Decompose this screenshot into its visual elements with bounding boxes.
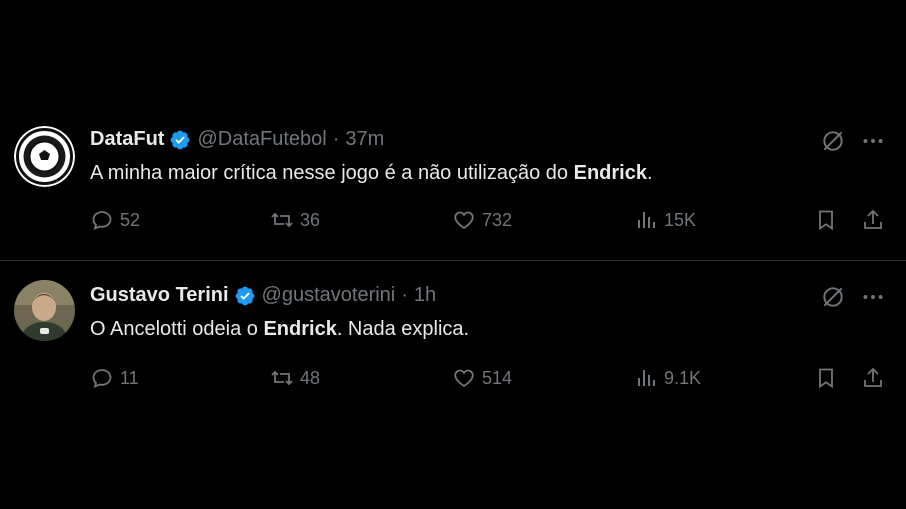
views-count: 9.1K xyxy=(664,367,702,388)
retweet-icon xyxy=(271,212,293,228)
tweet-header: Gustavo Terini @gustavoterini · 1h xyxy=(90,284,436,307)
tweet-gustavo-terini[interactable]: Gustavo Terini @gustavoterini · 1h O Anc… xyxy=(0,262,906,402)
display-name[interactable]: DataFut xyxy=(90,128,164,151)
display-name[interactable]: Gustavo Terini xyxy=(90,284,229,307)
reply-button[interactable]: 52 xyxy=(90,208,140,232)
verified-badge-icon xyxy=(234,285,256,307)
views-button[interactable]: 9.1K xyxy=(634,366,701,390)
share-button[interactable] xyxy=(861,366,891,390)
tweet-text-part: . Nada explica. xyxy=(336,318,470,340)
like-count: 514 xyxy=(482,367,513,388)
more-options-icon[interactable] xyxy=(860,284,886,310)
views-button[interactable]: 15K xyxy=(634,208,696,232)
verified-badge-icon xyxy=(169,129,191,151)
tweet-text: O Ancelotti odeia o Endrick. Nada explic… xyxy=(90,318,469,341)
timestamp[interactable]: 1h xyxy=(414,284,436,307)
timestamp[interactable]: 37m xyxy=(345,128,384,151)
retweet-button[interactable]: 48 xyxy=(270,366,320,390)
action-bar: 52 36 732 15K xyxy=(0,208,906,238)
action-bar: 11 48 514 9.1K xyxy=(0,366,906,396)
user-photo-icon xyxy=(14,280,75,341)
retweet-count: 36 xyxy=(300,209,321,230)
reply-icon xyxy=(92,211,112,231)
user-handle[interactable]: @gustavoterini xyxy=(262,284,396,307)
bookmark-button[interactable] xyxy=(814,366,844,390)
share-button[interactable] xyxy=(861,208,891,232)
avatar[interactable] xyxy=(14,280,75,341)
share-icon xyxy=(864,367,882,387)
like-button[interactable]: 732 xyxy=(452,208,512,232)
views-count: 15K xyxy=(664,209,697,230)
heart-icon xyxy=(454,211,474,230)
tweet-text: A minha maior crítica nesse jogo é a não… xyxy=(90,162,653,185)
like-button[interactable]: 514 xyxy=(452,366,512,390)
views-chart-icon xyxy=(638,370,655,386)
heart-icon xyxy=(454,369,474,388)
grok-icon[interactable] xyxy=(820,284,846,310)
reply-count: 11 xyxy=(120,367,139,388)
retweet-count: 48 xyxy=(300,367,321,388)
reply-icon xyxy=(92,369,112,389)
views-chart-icon xyxy=(638,212,655,228)
bookmark-icon xyxy=(819,210,833,231)
soccer-ball-logo-icon xyxy=(14,126,75,187)
reply-count: 52 xyxy=(120,209,141,230)
share-icon xyxy=(864,209,882,229)
more-options-icon[interactable] xyxy=(860,128,886,154)
mention-endrick[interactable]: Endrick xyxy=(263,318,336,340)
tweet-text-part: A minha maior crítica nesse jogo é a não… xyxy=(90,162,574,184)
tweet-text-part: O Ancelotti odeia o xyxy=(90,318,264,340)
separator-dot: · xyxy=(332,128,340,150)
retweet-icon xyxy=(271,370,293,386)
tweet-header: DataFut @DataFutebol · 37m xyxy=(90,128,384,151)
bookmark-icon xyxy=(819,368,833,389)
tweet-datafut[interactable]: DataFut @DataFutebol · 37m A minha maior… xyxy=(0,108,906,259)
reply-button[interactable]: 11 xyxy=(90,366,139,390)
user-handle[interactable]: @DataFutebol xyxy=(197,128,326,151)
retweet-button[interactable]: 36 xyxy=(270,208,320,232)
separator-dot: · xyxy=(401,284,408,306)
grok-icon[interactable] xyxy=(820,128,846,154)
like-count: 732 xyxy=(482,209,513,230)
tweet-text-part: . xyxy=(646,162,653,184)
mention-endrick[interactable]: Endrick xyxy=(574,162,647,184)
bookmark-button[interactable] xyxy=(814,208,844,232)
avatar[interactable] xyxy=(14,126,75,187)
tweet-divider xyxy=(0,260,906,261)
